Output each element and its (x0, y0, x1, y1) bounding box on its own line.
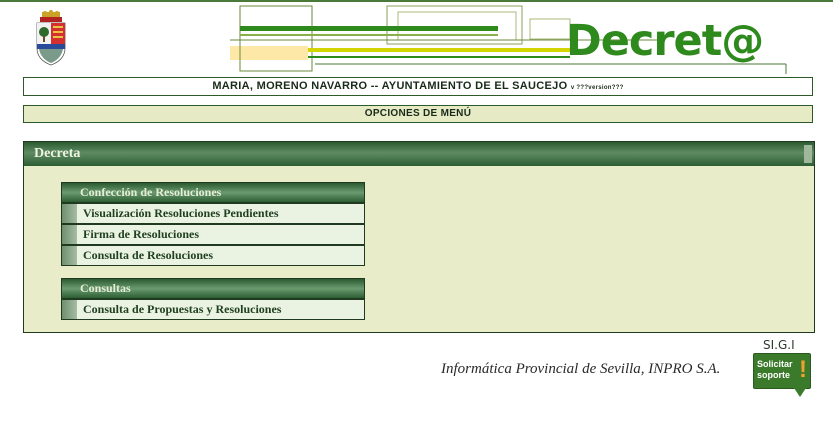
user-info-bar: MARIA, MORENO NAVARRO -- AYUNTAMIENTO DE… (23, 77, 813, 96)
panel-header: Decreta (24, 142, 814, 166)
menu-item-marker (62, 246, 77, 265)
coat-of-arms-icon (36, 10, 66, 66)
menu-item-label: Consulta de Propuestas y Resoluciones (83, 302, 282, 316)
panel-header-endcap (804, 145, 812, 163)
menu-item-label: Firma de Resoluciones (83, 227, 199, 241)
menu-item-marker (62, 225, 77, 244)
footer-company-text: Informática Provincial de Sevilla, INPRO… (441, 361, 721, 377)
main-panel: Decreta Confección de Resoluciones Visua… (23, 141, 815, 333)
support-button-label: Solicitar soporte (757, 359, 793, 380)
menu-item-consulta-resoluciones[interactable]: Consulta de Resoluciones (62, 244, 364, 265)
menu-item-marker (62, 204, 77, 223)
menu-group-title[interactable]: Consultas (62, 279, 364, 298)
sigi-label: SI.G.I (763, 338, 795, 352)
menu-group-consultas: Consultas Consulta de Propuestas y Resol… (61, 278, 365, 320)
speech-bubble-tail (794, 388, 806, 397)
menu-options-bar: OPCIONES DE MENÚ (23, 105, 813, 123)
menu-group-confeccion: Confección de Resoluciones Visualización… (61, 182, 365, 266)
app-logo: Decret@ (566, 16, 764, 66)
menu-group-title[interactable]: Confección de Resoluciones (62, 183, 364, 202)
top-border-line (0, 0, 833, 2)
support-request-button[interactable]: Solicitar soporte ! (753, 353, 811, 397)
menu-item-visualizacion[interactable]: Visualización Resoluciones Pendientes (62, 202, 364, 223)
exclamation-icon: ! (799, 356, 807, 383)
menu-item-firma[interactable]: Firma de Resoluciones (62, 223, 364, 244)
menu-item-label: Consulta de Resoluciones (83, 248, 214, 262)
panel-title: Decreta (34, 146, 81, 161)
menu-item-label: Visualización Resoluciones Pendientes (83, 206, 279, 220)
menu-item-marker (62, 300, 77, 319)
version-text: v ???version??? (570, 85, 624, 91)
user-info-text: MARIA, MORENO NAVARRO -- AYUNTAMIENTO DE… (212, 80, 568, 92)
menu-item-consulta-propuestas[interactable]: Consulta de Propuestas y Resoluciones (62, 298, 364, 319)
